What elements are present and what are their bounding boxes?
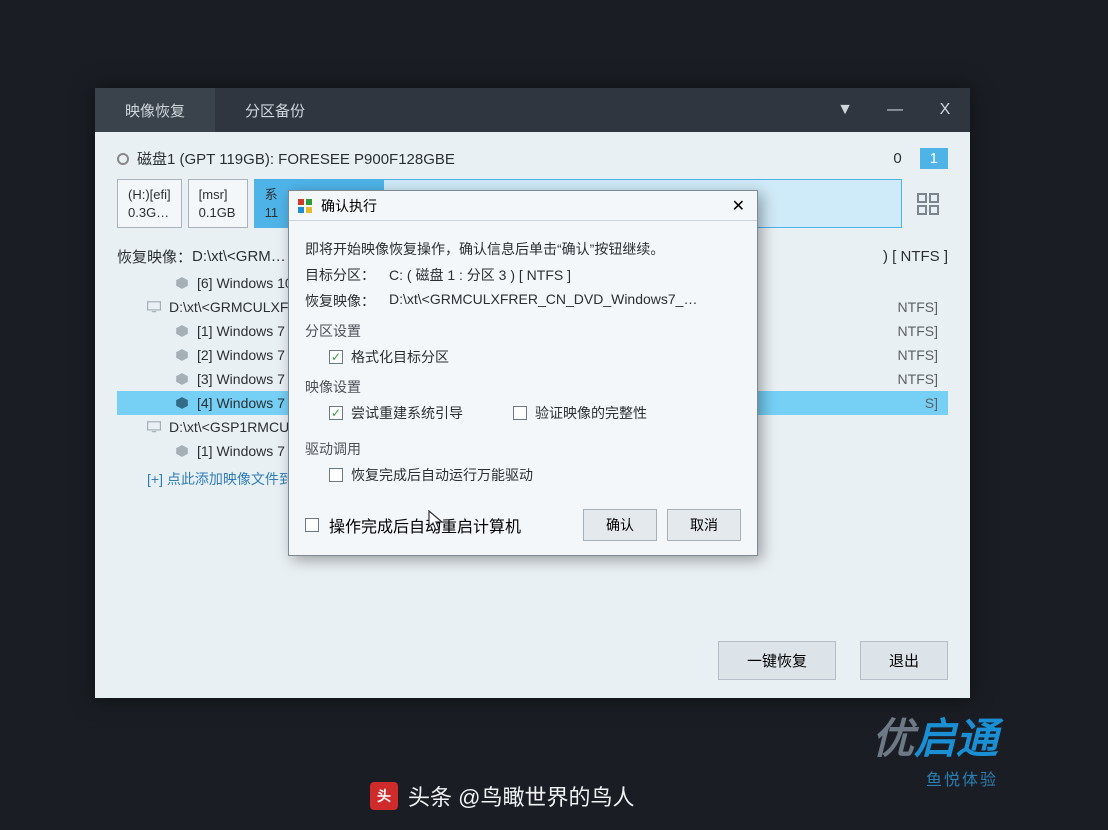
tree-item-label: [3] Windows 7 <box>197 371 285 387</box>
cube-icon <box>175 324 189 338</box>
tree-trail: NTFS] <box>898 347 948 363</box>
checkbox-rebuild-boot[interactable] <box>329 406 343 420</box>
tree-item-label: [2] Windows 7 <box>197 347 285 363</box>
tree-trail: S] <box>925 395 948 411</box>
watermark: 头 头条 @鸟瞰世界的鸟人 <box>370 780 634 812</box>
tree-item-label: [1] Windows 7 <box>197 323 285 339</box>
partition-msr[interactable]: [msr] 0.1GB <box>188 179 248 228</box>
restore-image-trail: ) [ NTFS ] <box>883 248 948 265</box>
titlebar: 映像恢复 分区备份 ▼ — X <box>95 88 970 132</box>
disk-label: 磁盘1 (GPT 119GB): FORESEE P900F128GBE <box>137 148 455 169</box>
restore-image-path: D:\xt\<GRM… <box>192 248 286 265</box>
checkbox-format-target[interactable] <box>329 350 343 364</box>
minimize-button[interactable]: — <box>870 88 920 132</box>
tree-item-label: [4] Windows 7 <box>197 395 285 411</box>
footer-buttons: 一键恢复 退出 <box>718 641 948 680</box>
cube-icon <box>175 348 189 362</box>
exit-button[interactable]: 退出 <box>860 641 948 680</box>
partition-efi-label: (H:)[efi] <box>128 186 171 204</box>
monitor-icon <box>147 421 161 433</box>
cube-icon <box>175 396 189 410</box>
layout-grid-icon[interactable] <box>908 179 948 228</box>
watermark-logo-icon: 头 <box>370 782 398 810</box>
cube-icon <box>175 444 189 458</box>
dialog-app-icon <box>297 198 313 214</box>
checkbox-run-driver-label: 恢复完成后自动运行万能驱动 <box>351 465 533 485</box>
tab-partition-backup[interactable]: 分区备份 <box>215 88 335 132</box>
checkbox-rebuild-boot-label: 尝试重建系统引导 <box>351 403 463 423</box>
dialog-close-icon[interactable]: ✕ <box>728 196 749 216</box>
section-driver: 驱动调用 <box>305 439 741 459</box>
section-image-settings: 映像设置 <box>305 377 741 397</box>
tree-trail: NTFS] <box>898 323 948 339</box>
checkbox-verify-image-label: 验证映像的完整性 <box>535 403 647 423</box>
target-partition-value: C: ( 磁盘 1 : 分区 3 ) [ NTFS ] <box>389 265 571 285</box>
dialog-title: 确认执行 <box>321 196 377 216</box>
restore-image-value: D:\xt\<GRMCULXFRER_CN_DVD_Windows7_… <box>389 291 697 311</box>
titlebar-dropdown-icon[interactable]: ▼ <box>820 88 870 132</box>
checkbox-auto-reboot[interactable] <box>305 518 319 532</box>
partition-efi-size: 0.3G… <box>128 204 171 222</box>
tab-image-restore[interactable]: 映像恢复 <box>95 88 215 132</box>
dialog-ok-button[interactable]: 确认 <box>583 509 657 541</box>
checkbox-format-target-label: 格式化目标分区 <box>351 347 449 367</box>
checkbox-auto-reboot-label: 操作完成后自动重启计算机 <box>329 513 521 537</box>
watermark-text: 头条 @鸟瞰世界的鸟人 <box>408 780 634 812</box>
partition-msr-size: 0.1GB <box>199 204 237 222</box>
tree-trail: NTFS] <box>898 299 948 315</box>
disk-radio[interactable] <box>117 153 129 165</box>
disk-index-0[interactable]: 0 <box>893 150 901 167</box>
tree-trail: NTFS] <box>898 371 948 387</box>
dialog-titlebar: 确认执行 ✕ <box>289 191 757 221</box>
confirm-dialog: 确认执行 ✕ 即将开始映像恢复操作，确认信息后单击“确认”按钮继续。 目标分区：… <box>288 190 758 556</box>
section-partition-settings: 分区设置 <box>305 321 741 341</box>
brand-text-1: 优 <box>872 715 914 762</box>
disk-header: 磁盘1 (GPT 119GB): FORESEE P900F128GBE 0 1 <box>117 148 948 169</box>
target-partition-key: 目标分区： <box>305 265 377 285</box>
restore-image-key: 恢复映像： <box>305 291 377 311</box>
cube-icon <box>175 276 189 290</box>
dialog-intro: 即将开始映像恢复操作，确认信息后单击“确认”按钮继续。 <box>305 239 741 259</box>
disk-index-1[interactable]: 1 <box>920 148 948 169</box>
dialog-cancel-button[interactable]: 取消 <box>667 509 741 541</box>
brand-text-2: 启通 <box>914 715 998 762</box>
partition-efi[interactable]: (H:)[efi] 0.3G… <box>117 179 182 228</box>
tree-item-label: [6] Windows 10 <box>197 275 293 291</box>
monitor-icon <box>147 301 161 313</box>
brand-subtitle: 鱼悦体验 <box>872 766 998 790</box>
partition-msr-label: [msr] <box>199 186 237 204</box>
close-button[interactable]: X <box>920 88 970 132</box>
checkbox-run-driver[interactable] <box>329 468 343 482</box>
brand-logo: 优启通 鱼悦体验 <box>872 705 998 790</box>
checkbox-verify-image[interactable] <box>513 406 527 420</box>
one-click-restore-button[interactable]: 一键恢复 <box>718 641 836 680</box>
tree-item-label: [1] Windows 7 <box>197 443 285 459</box>
cube-icon <box>175 372 189 386</box>
